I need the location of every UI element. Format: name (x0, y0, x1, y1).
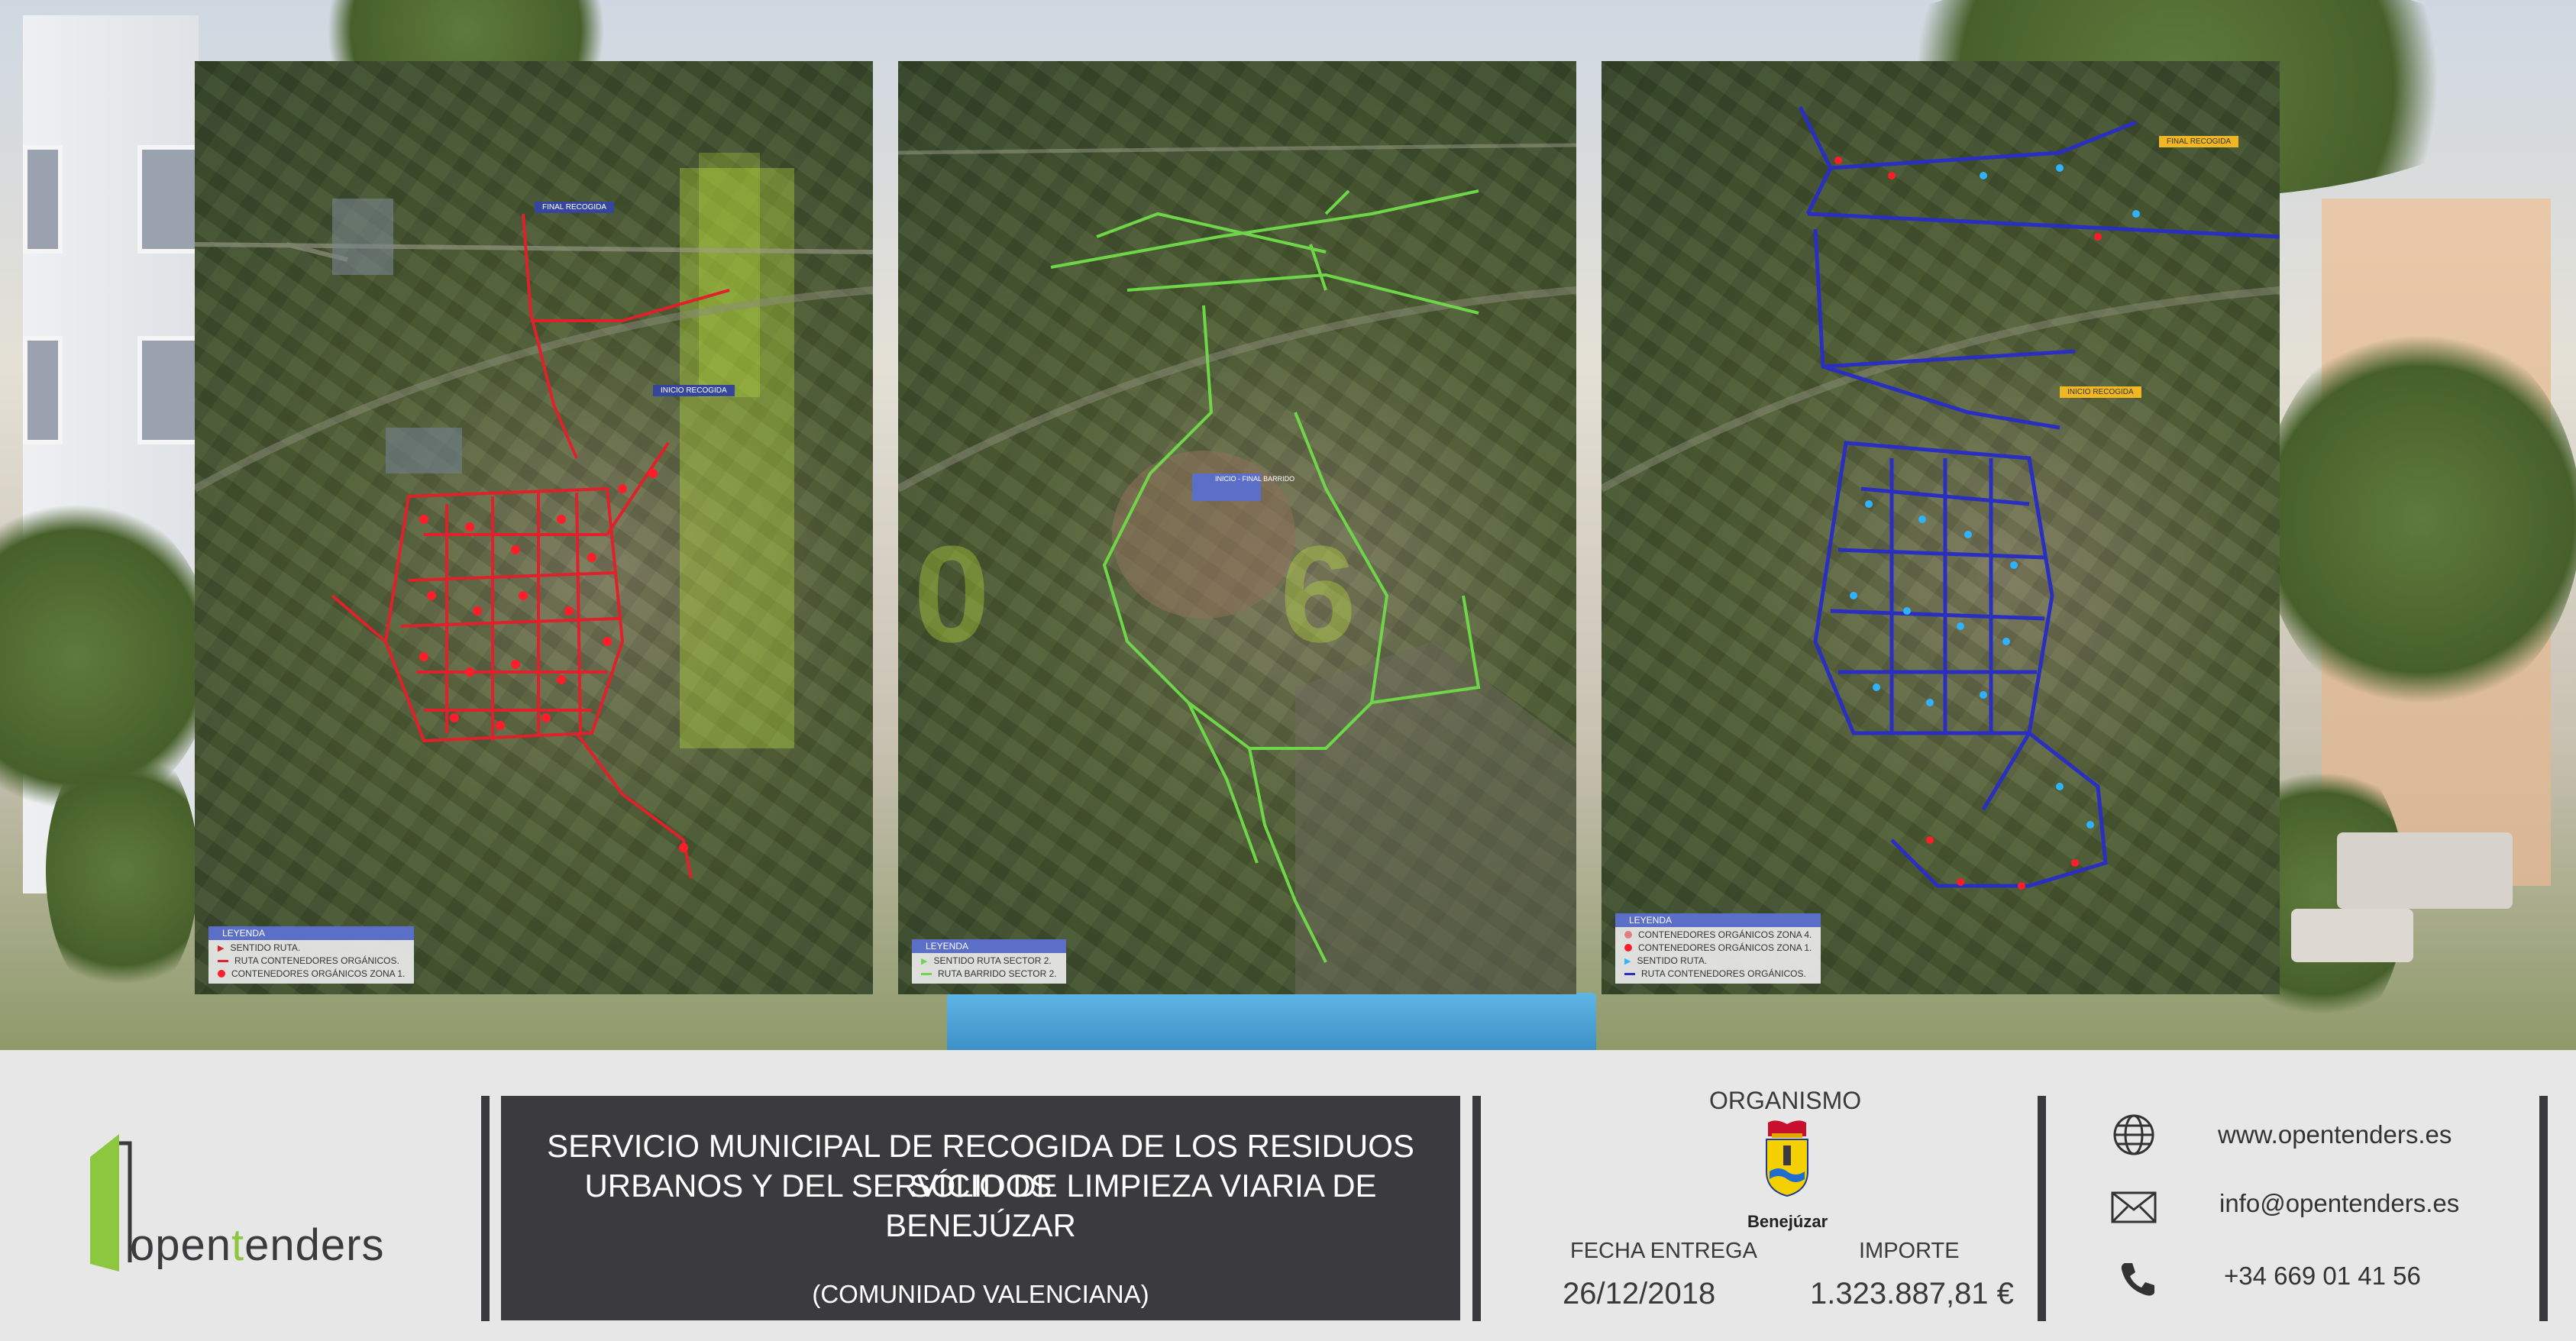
map-legend: LEYENDA ▶ SENTIDO RUTA SECTOR 2. RUTA BAR… (912, 939, 1066, 984)
map-end-label: FINAL RECOGIDA (535, 202, 615, 213)
route-map-organic-zone4: FINAL RECOGIDA INICIO RECOGIDA LEYENDA C… (1602, 61, 2280, 994)
date-label: FECHA ENTREGA (1570, 1239, 1757, 1263)
globe-icon (2113, 1114, 2154, 1155)
legend-item: ▶ SENTIDO RUTA SECTOR 2. (921, 955, 1052, 966)
benejuzar-coat-of-arms-icon (1766, 1120, 1808, 1197)
opentenders-logo[interactable]: opentenders (90, 1134, 383, 1272)
map-legend: LEYENDA ▶ SENTIDO RUTA. RUTA CONTENEDORES… (208, 926, 415, 984)
map-start-label: INICIO - FINAL BARRIDO (1215, 475, 1295, 483)
amount-label: IMPORTE (1859, 1239, 1960, 1263)
legend-title: LEYENDA (1615, 913, 1821, 927)
amount-value: 1.323.887,81 € (1810, 1277, 2014, 1310)
contract-region: (COMUNIDAD VALENCIANA) (812, 1280, 1149, 1308)
contract-title-line2: URBANOS Y DEL SERVICIO DE LIMPIEZA VIARI… (584, 1168, 1377, 1243)
legend-item: ▶ SENTIDO RUTA. (1624, 955, 1708, 966)
phone-link[interactable]: +34 669 01 41 56 (2224, 1262, 2421, 1291)
legend-item: CONTENEDORES ORGÁNICOS ZONA 1. (208, 966, 414, 979)
legend-item: RUTA CONTENEDORES ORGÁNICOS. (1615, 966, 1821, 979)
logo-mark-icon (90, 1134, 132, 1272)
logo-wordmark: opentenders (130, 1220, 385, 1270)
envelope-icon (2111, 1191, 2157, 1223)
contract-title-box: SERVICIO MUNICIPAL DE RECOGIDA DE LOS RE… (501, 1096, 1460, 1320)
background-fountain (947, 993, 1596, 1050)
legend-item: RUTA BARRIDO SECTOR 2. (912, 966, 1066, 979)
map-legend: LEYENDA CONTENEDORES ORGÁNICOS ZONA 4. C… (1615, 913, 1821, 984)
legend-item: RUTA CONTENEDORES ORGÁNICOS. (208, 953, 414, 966)
email-link[interactable]: info@opentenders.es (2219, 1189, 2459, 1218)
organism-name: Benejúzar (1747, 1212, 1828, 1231)
date-value: 26/12/2018 (1563, 1277, 1716, 1310)
route-map-sweeping: 0 6 INICIO - FINAL BARRIDO LEYENDA ▶ SENT… (898, 61, 1576, 994)
route-map-organic: FINAL RECOGIDA INICIO RECOGIDA LEYENDA ▶… (195, 61, 873, 994)
organism-heading: ORGANISMO (1709, 1087, 1862, 1114)
map-end-label: FINAL RECOGIDA (2159, 136, 2239, 147)
legend-title: LEYENDA (912, 939, 1066, 953)
legend-item: ▶ SENTIDO RUTA. (218, 942, 301, 953)
website-link[interactable]: www.opentenders.es (2218, 1120, 2452, 1149)
legend-item: CONTENEDORES ORGÁNICOS ZONA 4. (1615, 927, 1821, 940)
map-start-label: INICIO RECOGIDA (653, 385, 735, 396)
svg-text:0: 0 (913, 518, 990, 671)
legend-title: LEYENDA (208, 926, 415, 940)
phone-icon (2121, 1263, 2154, 1296)
map-start-label: INICIO RECOGIDA (2060, 386, 2141, 398)
legend-item: CONTENEDORES ORGÁNICOS ZONA 1. (1615, 940, 1821, 953)
svg-text:6: 6 (1280, 518, 1356, 671)
